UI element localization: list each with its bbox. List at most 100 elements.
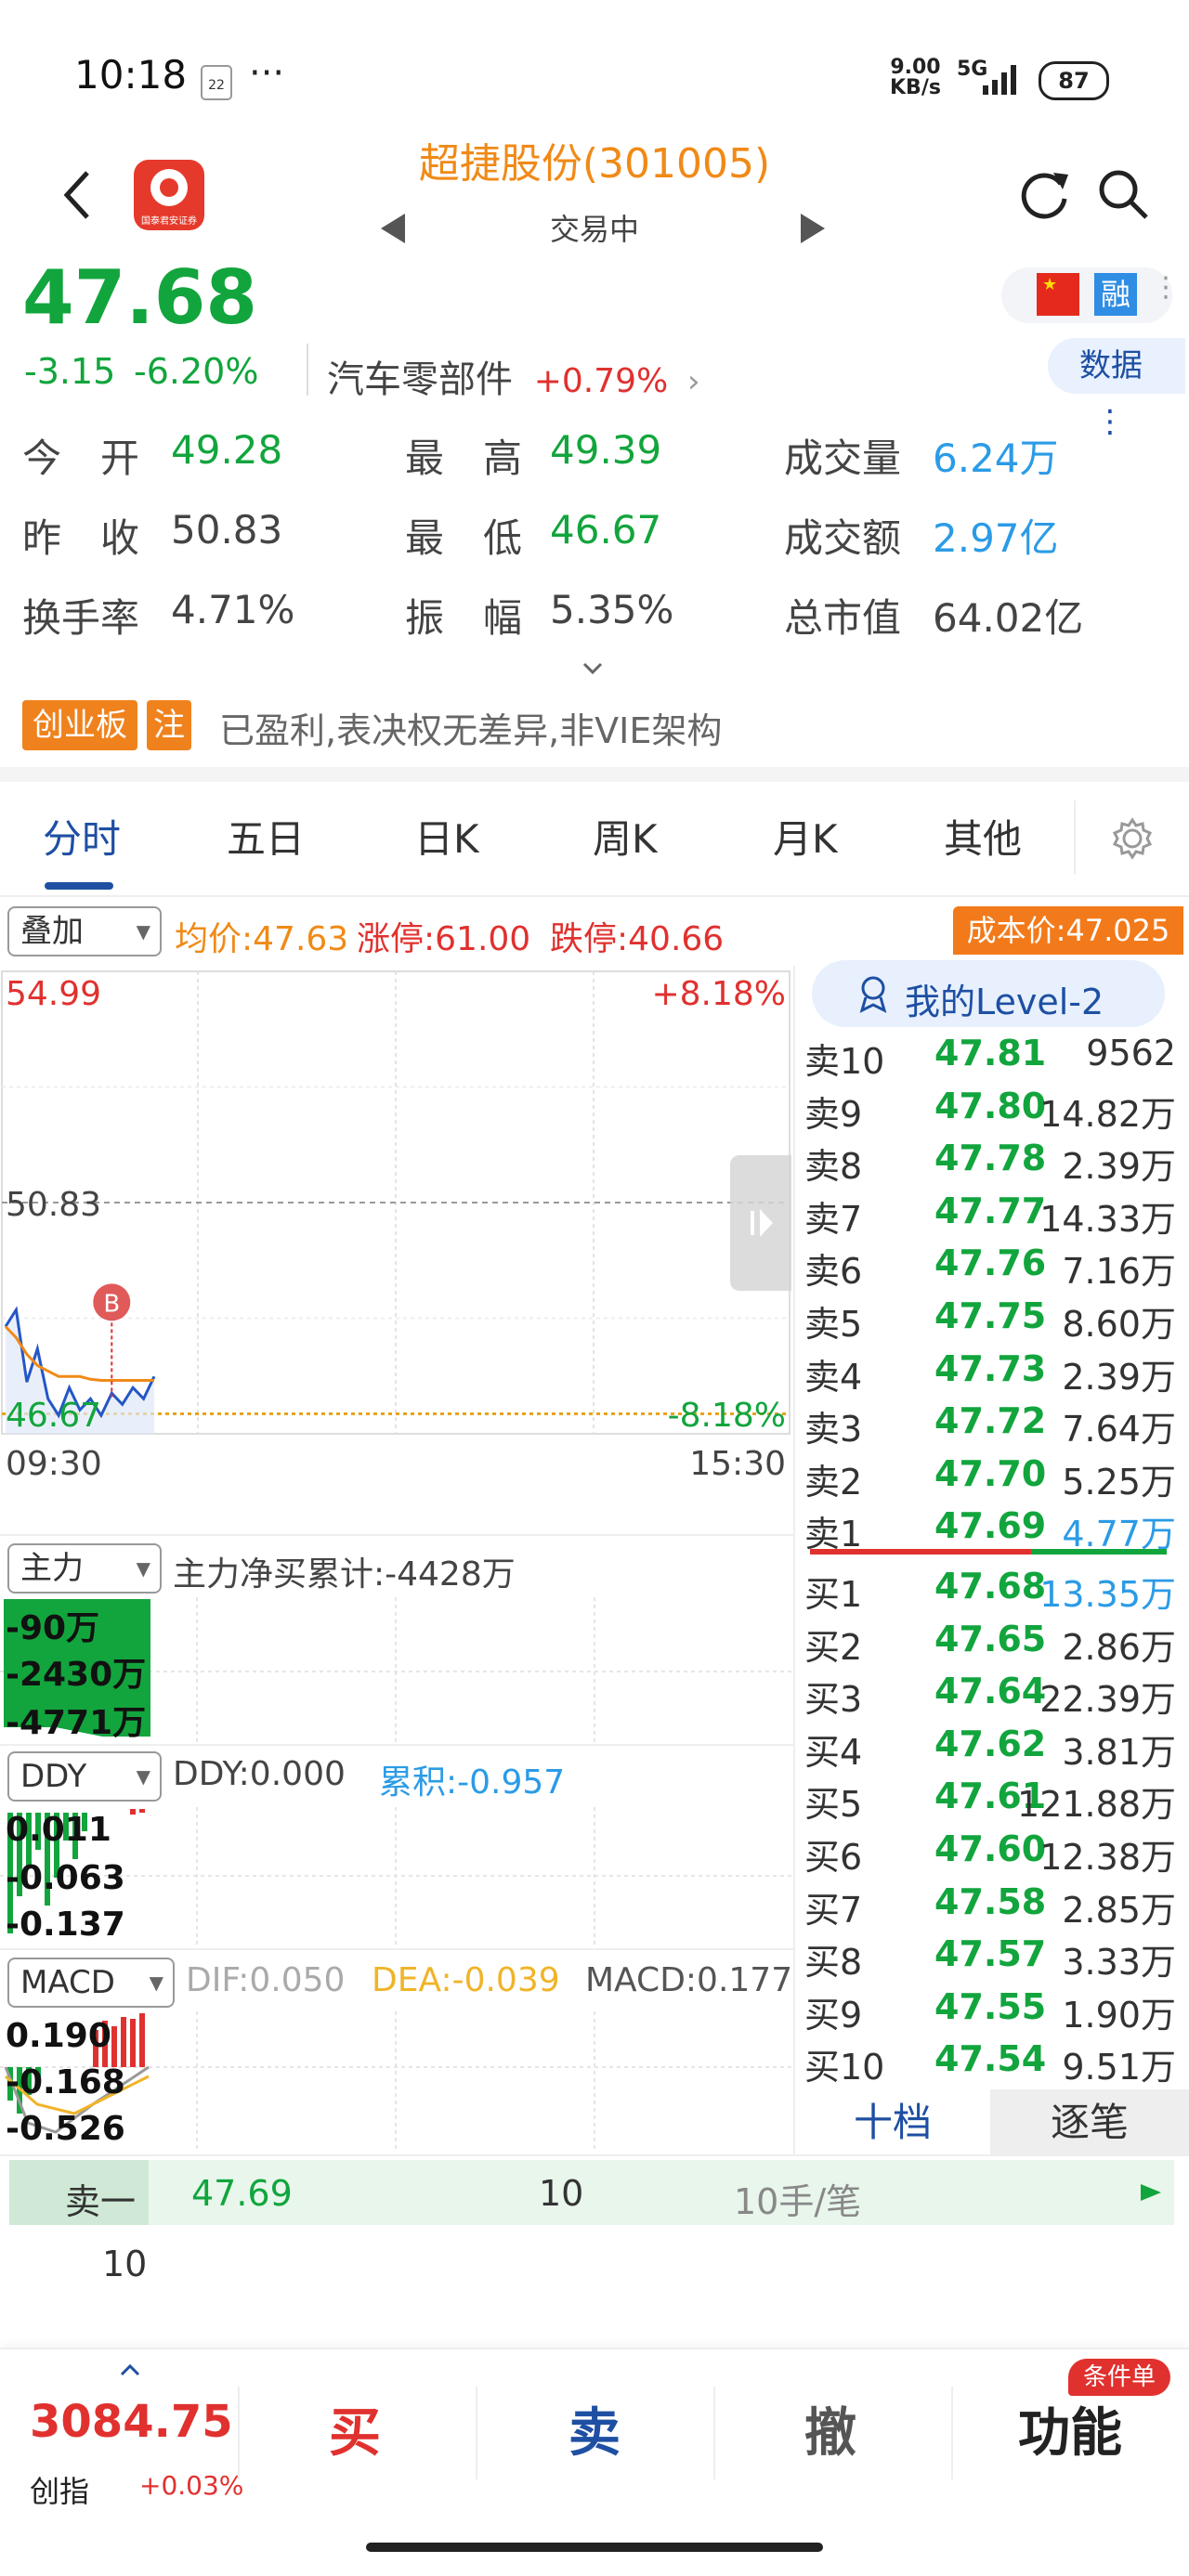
bid-row[interactable]: 买8 47.57 3.33万 — [804, 1933, 1176, 1985]
refresh-icon[interactable] — [1016, 165, 1072, 221]
macd-select[interactable]: MACD ▼ — [7, 1958, 175, 2008]
china-flag-icon: ★ — [1037, 273, 1079, 316]
level-label: 卖8 — [804, 1146, 863, 1188]
sell-button[interactable]: 卖 — [568, 2391, 621, 2466]
ddy-label-2: -0.063 — [6, 1859, 125, 1897]
tab-tick-by-tick[interactable]: 逐笔 — [990, 2089, 1189, 2156]
bid-row[interactable]: 买4 47.62 3.81万 — [804, 1724, 1176, 1776]
stat-label: 成交量 — [784, 436, 902, 481]
ddy-select[interactable]: DDY ▼ — [7, 1751, 162, 1802]
next-stock-icon[interactable] — [799, 210, 829, 247]
tab-3[interactable]: 日K — [414, 808, 479, 865]
level-price: 47.64 — [934, 1671, 1047, 1712]
level-price: 47.77 — [934, 1190, 1047, 1231]
index-name: 创指 — [30, 2474, 90, 2509]
trade-strip[interactable]: 卖一 47.69 10 10手/笔 — [9, 2160, 1174, 2225]
level-price: 47.55 — [934, 1985, 1047, 2027]
intraday-chart[interactable]: B 54.99 +8.18% 50.83 46.67 -8.18% 09:30 15:30 — [0, 962, 795, 1482]
overlay-select[interactable]: 叠加 ▼ — [7, 906, 162, 956]
settings-gear-icon[interactable] — [1111, 817, 1154, 860]
level-label: 买9 — [804, 1994, 863, 2036]
level2-button[interactable]: 我的Level-2 — [812, 960, 1165, 1027]
cancel-button[interactable]: 撤 — [804, 2391, 856, 2466]
ask-row[interactable]: 卖10 47.81 9562 — [804, 1033, 1176, 1085]
divider — [476, 2387, 477, 2479]
last-price: 47.68 — [22, 254, 258, 341]
stat-value: 49.39 — [550, 427, 662, 473]
tab-6[interactable]: 其他 — [944, 808, 1022, 865]
ask-row[interactable]: 卖8 47.78 2.39万 — [804, 1138, 1176, 1190]
data-button[interactable]: 数据⋮ — [1048, 338, 1185, 440]
y-bottom-label: 46.67 — [6, 1397, 101, 1435]
divider — [0, 1744, 793, 1746]
section-gap — [0, 767, 1189, 782]
chevron-up-icon[interactable] — [119, 2362, 141, 2377]
divider — [0, 895, 1189, 897]
level-volume: 22.39万 — [1039, 1679, 1176, 1721]
divider — [307, 344, 308, 396]
level-label: 买2 — [804, 1626, 863, 1668]
level-volume: 3.81万 — [1062, 1731, 1176, 1773]
ask-row[interactable]: 卖2 47.70 5.25万 — [804, 1453, 1176, 1505]
level-price: 47.65 — [934, 1618, 1047, 1659]
ask-row[interactable]: 卖4 47.73 2.39万 — [804, 1348, 1176, 1400]
bid-row[interactable]: 买10 47.54 9.51万 — [804, 2038, 1176, 2090]
bid-row[interactable]: 买9 47.55 1.90万 — [804, 1986, 1176, 2038]
function-button[interactable]: 功能 — [1018, 2391, 1122, 2466]
ask-row[interactable]: 卖5 47.75 8.60万 — [804, 1295, 1176, 1347]
tab-5[interactable]: 月K — [773, 808, 838, 865]
level-price: 47.73 — [934, 1347, 1047, 1389]
main-force-select[interactable]: 主力 ▼ — [7, 1543, 162, 1594]
tab-ten-levels[interactable]: 十档 — [795, 2089, 990, 2156]
level-label: 卖5 — [804, 1304, 863, 1345]
level-price: 47.76 — [934, 1242, 1047, 1284]
cost-price-badge[interactable]: 成本价:47.025 — [953, 906, 1183, 955]
bid-row[interactable]: 买7 47.58 2.85万 — [804, 1881, 1176, 1933]
stat-value: 46.67 — [550, 507, 662, 553]
stat-value: 50.83 — [171, 507, 283, 553]
level-volume: 14.33万 — [1039, 1198, 1176, 1240]
bid-row[interactable]: 买5 47.61 121.88万 — [804, 1776, 1176, 1828]
index-value[interactable]: 3084.75 — [30, 2396, 233, 2448]
level-price: 47.78 — [934, 1138, 1047, 1179]
tab-4[interactable]: 周K — [593, 808, 658, 865]
level-price: 47.75 — [934, 1295, 1047, 1336]
level-volume: 2.39万 — [1062, 1356, 1176, 1398]
tag-group — [1001, 267, 1172, 323]
sector-link[interactable]: 汽车零部件 +0.79% › — [327, 349, 700, 403]
clock: 10:18 — [74, 52, 188, 98]
ask-row[interactable]: 卖6 47.76 7.16万 — [804, 1242, 1176, 1295]
trading-status: 交易中 — [549, 212, 639, 247]
macd-dea: DEA:-0.039 — [372, 1961, 560, 1999]
search-icon[interactable] — [1094, 165, 1152, 223]
ask-row[interactable]: 卖3 47.72 7.64万 — [804, 1400, 1176, 1452]
divider — [0, 1534, 793, 1536]
tab-2[interactable]: 五日 — [227, 808, 305, 865]
bid-row[interactable]: 买3 47.64 22.39万 — [804, 1671, 1176, 1723]
margin-tag[interactable]: 融 — [1094, 273, 1137, 316]
bid-row[interactable]: 买1 47.68 13.35万 — [804, 1566, 1176, 1618]
ask-row[interactable]: 卖9 47.80 14.82万 — [804, 1086, 1176, 1138]
level-price: 47.69 — [934, 1505, 1047, 1547]
level-volume: 13.35万 — [1039, 1574, 1176, 1615]
level-label: 买6 — [804, 1837, 863, 1878]
expand-chevron-icon[interactable] — [581, 661, 604, 676]
series-line-2 — [4, 1325, 154, 1382]
conditional-order-badge[interactable]: 条件单 — [1068, 2359, 1170, 2396]
tab-1[interactable]: 分时 — [43, 808, 121, 865]
bid-row[interactable]: 买6 47.60 12.38万 — [804, 1828, 1176, 1880]
macd-label-2: -0.168 — [6, 2063, 125, 2101]
ask-row[interactable]: 卖7 47.77 14.33万 — [804, 1190, 1176, 1242]
stat-value: 2.97亿 — [933, 515, 1059, 561]
divider — [1074, 800, 1076, 875]
buy-button[interactable]: 买 — [329, 2391, 381, 2466]
level-label: 买4 — [804, 1731, 863, 1773]
collapse-panel-handle[interactable] — [730, 1155, 791, 1291]
level-volume: 7.64万 — [1062, 1409, 1176, 1451]
more-icon[interactable]: ⋮ — [1152, 271, 1180, 304]
limit-down-price: 跌停:40.66 — [550, 920, 725, 958]
bid-row[interactable]: 买2 47.65 2.86万 — [804, 1619, 1176, 1671]
level-price: 47.58 — [934, 1880, 1047, 1922]
level-label: 卖10 — [804, 1041, 885, 1082]
level-volume: 9.51万 — [1062, 2047, 1176, 2088]
